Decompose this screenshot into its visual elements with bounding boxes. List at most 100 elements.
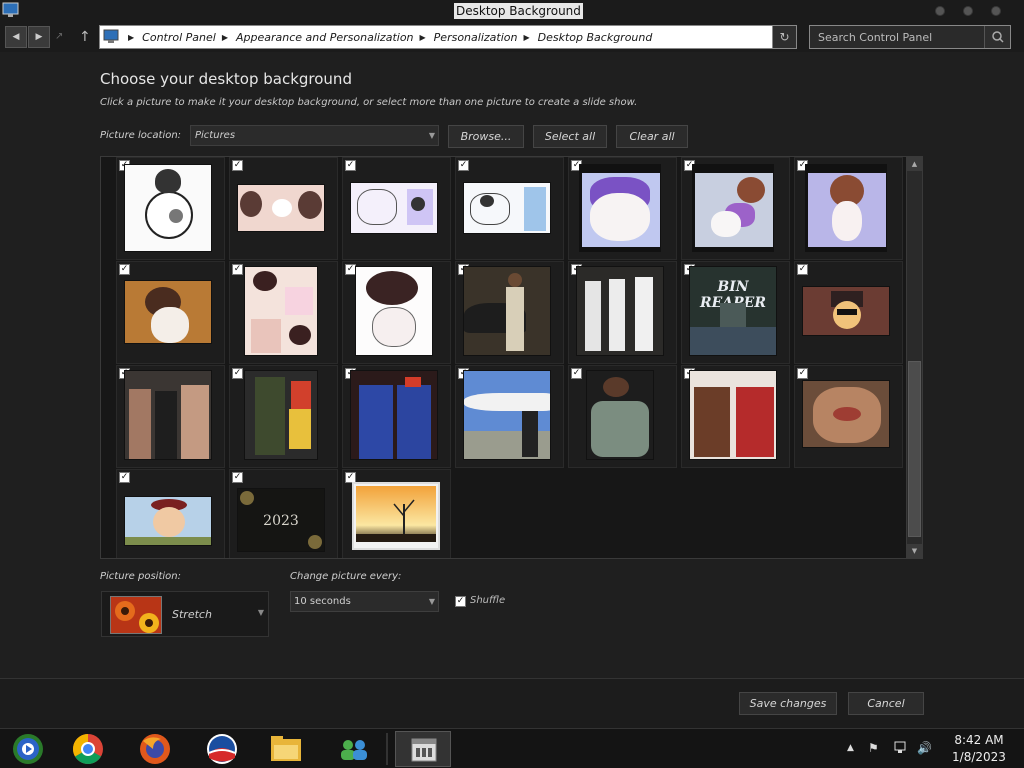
scroll-down-icon[interactable]: ▼ [907, 544, 922, 558]
picture-checkbox[interactable]: ✓ [232, 368, 243, 379]
picture-thumbnail [124, 370, 212, 460]
action-center-flag-icon[interactable]: ⚑ [868, 741, 879, 755]
volume-icon[interactable]: 🔊 [917, 741, 932, 755]
chevron-right-icon[interactable]: ▶ [523, 33, 529, 42]
picture-location-dropdown[interactable]: Pictures ▼ [190, 125, 439, 146]
breadcrumb-control-panel[interactable]: Control Panel [142, 31, 216, 44]
obama-logo-icon [207, 734, 237, 764]
firefox-icon [140, 734, 170, 764]
picture-thumbnail [689, 370, 777, 460]
picture-checkbox[interactable]: ✓ [797, 368, 808, 379]
chevron-down-icon: ▼ [257, 608, 264, 617]
file-explorer-icon [271, 736, 301, 761]
scroll-thumb[interactable] [908, 361, 921, 537]
obama-logo-taskbar-button[interactable] [194, 731, 250, 767]
picture-tile[interactable]: ✓ [342, 157, 451, 260]
picture-tile[interactable]: ✓ [116, 261, 225, 364]
breadcrumb-desktop-background[interactable]: Desktop Background [538, 31, 653, 44]
search-input[interactable] [810, 26, 985, 48]
picture-thumbnail [124, 496, 212, 546]
picture-tile[interactable]: ✓ [455, 365, 564, 468]
save-changes-button[interactable]: Save changes [739, 692, 837, 715]
breadcrumb-personalization[interactable]: Personalization [434, 31, 518, 44]
control-panel-taskbar-button[interactable] [395, 731, 451, 767]
picture-tile[interactable]: ✓ [342, 469, 451, 558]
close-button[interactable] [991, 6, 1001, 16]
picture-thumbnail [244, 370, 318, 460]
picture-tile[interactable]: ✓ [794, 157, 903, 260]
picture-checkbox[interactable]: ✓ [345, 160, 356, 171]
network-users-taskbar-button[interactable] [326, 731, 382, 767]
scroll-up-icon[interactable]: ▲ [907, 157, 922, 171]
picture-tile[interactable]: ✓ [116, 157, 225, 260]
picture-tile[interactable]: ✓ [455, 157, 564, 260]
picture-checkbox[interactable]: ✓ [458, 160, 469, 171]
taskbar-separator [386, 733, 388, 765]
control-panel-app-icon [2, 2, 19, 17]
picture-checkbox[interactable]: ✓ [119, 264, 130, 275]
firefox-taskbar-button[interactable] [127, 731, 183, 767]
grid-scrollbar[interactable]: ▲ ▼ [906, 157, 922, 558]
picture-thumbnail [352, 482, 440, 550]
page-description: Click a picture to make it your desktop … [100, 97, 638, 108]
picture-tile[interactable]: ✓ [229, 365, 338, 468]
chrome-taskbar-button[interactable] [60, 731, 116, 767]
picture-tile[interactable]: ✓ [342, 365, 451, 468]
picture-checkbox[interactable]: ✓ [797, 264, 808, 275]
picture-checkbox[interactable]: ✓ [119, 472, 130, 483]
change-interval-dropdown[interactable]: 10 seconds ▼ [290, 591, 439, 612]
picture-location-value: Pictures [195, 130, 236, 141]
picture-tile[interactable]: ✓ [116, 469, 225, 558]
picture-thumbnail [579, 164, 661, 252]
new-year-text: 2023 [263, 513, 299, 529]
picture-tile[interactable]: ✓ [342, 261, 451, 364]
up-arrow-icon[interactable]: ↑ [79, 26, 91, 48]
address-bar[interactable]: ▶ Control Panel ▶ Appearance and Persona… [99, 25, 797, 49]
clock-date[interactable]: 1/8/2023 [948, 750, 1010, 764]
picture-checkbox[interactable]: ✓ [232, 160, 243, 171]
search-button[interactable] [984, 26, 1010, 48]
picture-tile[interactable]: ✓ [455, 261, 564, 364]
clock-time[interactable]: 8:42 AM [948, 733, 1010, 747]
select-all-button[interactable]: Select all [533, 125, 607, 148]
breadcrumb-appearance[interactable]: Appearance and Personalization [236, 31, 414, 44]
page-title: Choose your desktop background [100, 70, 352, 88]
network-status-icon [894, 741, 906, 753]
picture-tile[interactable]: ✓ [681, 157, 790, 260]
minimize-button[interactable] [935, 6, 945, 16]
shuffle-checkbox[interactable]: ✓ [455, 596, 466, 607]
picture-tile[interactable]: ✓ [116, 365, 225, 468]
picture-checkbox[interactable]: ✓ [232, 472, 243, 483]
picture-tile[interactable]: ✓ [568, 365, 677, 468]
picture-tile[interactable]: ✓ [568, 157, 677, 260]
picture-tile[interactable]: ✓ 2023 [229, 469, 338, 558]
chevron-right-icon[interactable]: ▶ [222, 33, 228, 42]
position-preview-thumbnail [110, 596, 162, 634]
picture-tile[interactable]: ✓ [229, 261, 338, 364]
media-center-taskbar-button[interactable] [0, 731, 56, 767]
picture-tile[interactable]: ✓ [568, 261, 677, 364]
picture-tile[interactable]: ✓ BIN REAPER [681, 261, 790, 364]
browse-button[interactable]: Browse... [448, 125, 524, 148]
picture-tile[interactable]: ✓ [681, 365, 790, 468]
media-center-icon [13, 734, 43, 764]
picture-tile[interactable]: ✓ [794, 261, 903, 364]
picture-thumbnail [463, 266, 551, 356]
picture-tile[interactable]: ✓ [794, 365, 903, 468]
show-hidden-icons-button[interactable]: ▲ [847, 743, 854, 753]
file-explorer-taskbar-button[interactable] [258, 731, 314, 767]
forward-button[interactable]: ▶ [28, 26, 50, 48]
refresh-button[interactable]: ↻ [772, 26, 796, 48]
picture-position-dropdown[interactable]: Stretch ▼ [101, 591, 269, 637]
recent-pages-icon[interactable]: ↗ [55, 26, 63, 48]
picture-checkbox[interactable]: ✓ [232, 264, 243, 275]
network-icon[interactable] [893, 741, 909, 758]
cancel-button[interactable]: Cancel [848, 692, 924, 715]
picture-tile[interactable]: ✓ [229, 157, 338, 260]
clear-all-button[interactable]: Clear all [616, 125, 688, 148]
maximize-button[interactable] [963, 6, 973, 16]
back-button[interactable]: ◀ [5, 26, 27, 48]
chevron-right-icon[interactable]: ▶ [420, 33, 426, 42]
picture-checkbox[interactable]: ✓ [571, 368, 582, 379]
chevron-down-icon: ▼ [428, 131, 435, 140]
